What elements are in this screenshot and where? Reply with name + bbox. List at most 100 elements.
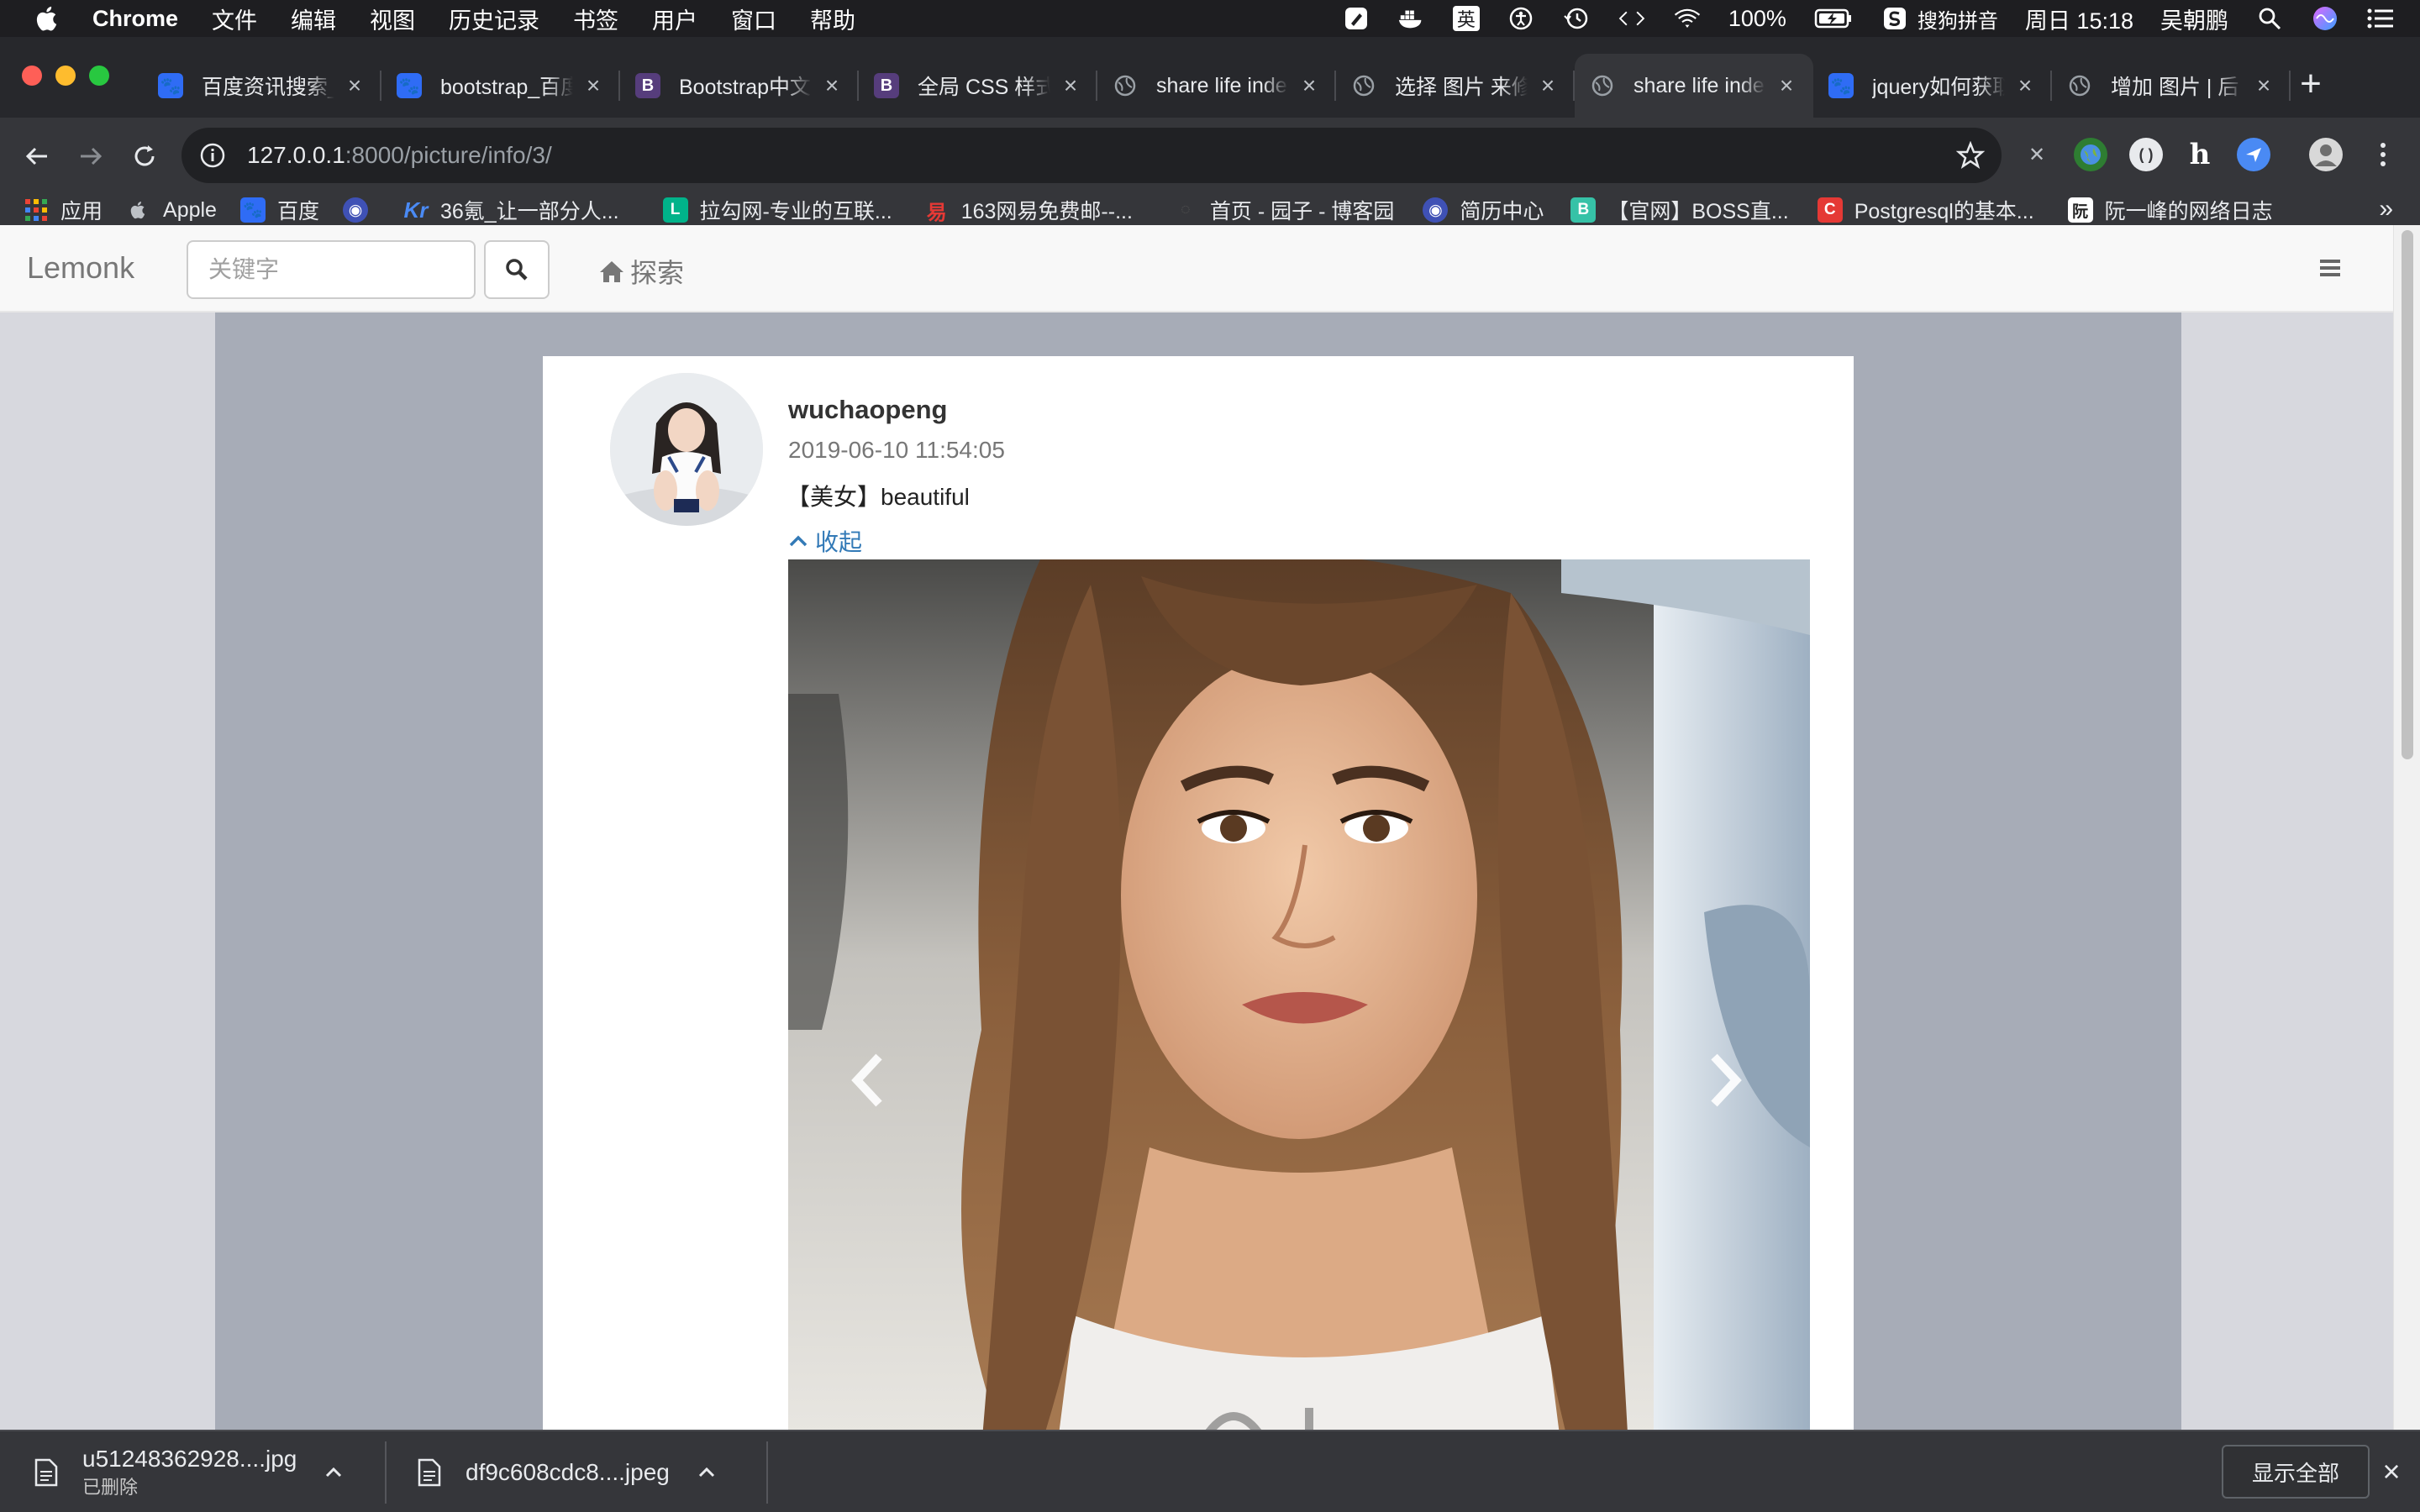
apple-logo-icon[interactable] — [34, 4, 62, 33]
explore-nav-link[interactable]: 探索 — [598, 252, 684, 291]
sogou-ime-icon[interactable] — [1881, 6, 1909, 31]
page-scrollbar[interactable] — [2393, 225, 2420, 1430]
window-minimize-button[interactable] — [55, 66, 76, 86]
site-navbar: Lemonk 探索 — [0, 225, 2393, 312]
chevron-up-icon[interactable] — [322, 1461, 345, 1484]
bookmark-ruanyifeng[interactable]: 阮 阮一峰的网络日志 — [2067, 195, 2273, 225]
scrollbar-thumb[interactable] — [2402, 230, 2413, 759]
accessibility-icon[interactable] — [1507, 6, 1535, 31]
tab-select-image[interactable]: 选择 图片 来修 × — [1336, 54, 1575, 118]
extension-h-icon[interactable]: h — [2183, 138, 2217, 171]
bookmark-postgresql[interactable]: C Postgresql的基本... — [1817, 195, 2034, 225]
chrome-menu-icon[interactable] — [2366, 138, 2400, 171]
bookmark-cnblogs[interactable]: ◌ 首页 - 园子 - 博客园 — [1173, 195, 1394, 225]
menu-people[interactable]: 用户 — [652, 3, 697, 35]
tab-close-icon[interactable]: × — [1297, 74, 1321, 97]
new-tab-button[interactable]: + — [2291, 66, 2331, 106]
window-zoom-button[interactable] — [89, 66, 109, 86]
extension-globe-icon[interactable] — [2074, 138, 2107, 171]
bookmark-163[interactable]: 易 163网易免费邮--... — [924, 195, 1133, 225]
docker-icon[interactable] — [1397, 6, 1426, 31]
notification-center-icon[interactable] — [2366, 6, 2395, 31]
tab-add-image-admin[interactable]: 增加 图片 | 后 × — [2052, 54, 2291, 118]
input-method-indicator[interactable]: 英 — [1452, 6, 1480, 31]
ime-name[interactable]: 搜狗拼音 — [1918, 4, 1998, 34]
tab-close-icon[interactable]: × — [2013, 74, 2037, 97]
post-photo-carousel[interactable] — [788, 559, 1810, 1430]
pen-app-icon[interactable] — [1342, 6, 1370, 31]
menu-view[interactable]: 视图 — [370, 3, 415, 35]
tab-global-css[interactable]: B 全局 CSS 样式 × — [859, 54, 1097, 118]
hamburger-menu-icon[interactable] — [2316, 254, 2344, 282]
forward-button[interactable] — [71, 136, 111, 176]
post-caption: 【美女】beautiful — [786, 484, 970, 510]
menubar-user[interactable]: 吴朝鹏 — [2160, 3, 2228, 35]
tab-close-icon[interactable]: × — [581, 74, 605, 97]
menu-edit[interactable]: 编辑 — [291, 3, 336, 35]
tab-close-icon[interactable]: × — [820, 74, 844, 97]
menu-help[interactable]: 帮助 — [810, 3, 855, 35]
show-all-downloads-button[interactable]: 显示全部 — [2222, 1445, 2370, 1499]
time-machine-icon[interactable] — [1562, 6, 1591, 31]
reload-button[interactable] — [124, 136, 165, 176]
carousel-next-icon[interactable] — [1704, 1047, 1746, 1114]
tab-share-life-1[interactable]: share life inde × — [1097, 54, 1336, 118]
globe-icon — [2067, 73, 2092, 98]
address-bar[interactable]: 127.0.0.1:8000/picture/info/3/ — [182, 128, 2002, 183]
tab-bootstrap-baidu[interactable]: 🐾 bootstrap_百度 × — [381, 54, 620, 118]
menu-file[interactable]: 文件 — [212, 3, 257, 35]
bookmark-star-icon[interactable] — [1956, 141, 1985, 170]
bookmark-baidu[interactable]: 🐾 百度 — [239, 195, 319, 225]
bookmark-boss[interactable]: B 【官网】BOSS直... — [1570, 195, 1789, 225]
menu-window[interactable]: 窗口 — [731, 3, 776, 35]
window-close-button[interactable] — [22, 66, 42, 86]
bookmark-36kr[interactable]: Kr 36氪_让一部分人... — [403, 195, 619, 225]
siri-icon[interactable] — [2311, 6, 2339, 31]
menu-app-chrome[interactable]: Chrome — [92, 6, 178, 32]
extension-x-icon[interactable]: ✕ — [2020, 138, 2054, 171]
keyword-search-input[interactable] — [187, 240, 476, 299]
download-filename: df9c608cdc8....jpeg — [466, 1459, 670, 1485]
post-username[interactable]: wuchaopeng — [788, 395, 947, 425]
bookmark-lagou[interactable]: L 拉勾网-专业的互联... — [662, 195, 892, 225]
bookmark-globe[interactable]: ◉ — [342, 197, 380, 223]
menubar-clock[interactable]: 周日 15:18 — [2025, 3, 2133, 35]
collapse-link[interactable]: 收起 — [788, 524, 862, 558]
baidu-paw-icon: 🐾 — [158, 73, 183, 98]
tab-close-icon[interactable]: × — [1536, 74, 1560, 97]
tab-title: Bootstrap中文 — [679, 76, 812, 99]
carousel-prev-icon[interactable] — [847, 1047, 889, 1114]
extension-send-icon[interactable] — [2237, 138, 2270, 171]
bookmark-apple[interactable]: Apple — [126, 197, 217, 223]
tab-close-icon[interactable]: × — [2252, 74, 2275, 97]
tab-close-icon[interactable]: × — [343, 74, 366, 97]
bookmarks-overflow-button[interactable]: » — [2379, 195, 2393, 223]
download-divider — [766, 1441, 768, 1504]
menu-history[interactable]: 历史记录 — [449, 3, 539, 35]
site-brand[interactable]: Lemonk — [27, 250, 134, 286]
download-item[interactable]: u51248362928....jpg 已删除 — [34, 1431, 345, 1512]
tab-bootstrap-cn[interactable]: B Bootstrap中文 × — [620, 54, 859, 118]
spotlight-search-icon[interactable] — [2255, 6, 2284, 31]
close-download-shelf-icon[interactable]: × — [2376, 1457, 2407, 1487]
extension-circle-icon[interactable]: ( ) — [2129, 138, 2163, 171]
download-item[interactable]: df9c608cdc8....jpeg — [417, 1431, 718, 1512]
tab-jquery-how[interactable]: 🐾 jquery如何获取 × — [1813, 54, 2052, 118]
tab-close-icon[interactable]: × — [1775, 74, 1798, 97]
code-brackets-icon[interactable] — [1618, 6, 1646, 31]
tab-share-life-active[interactable]: share life inde × — [1575, 54, 1813, 118]
site-info-icon[interactable] — [198, 141, 227, 170]
chevron-up-icon[interactable] — [695, 1461, 718, 1484]
user-avatar[interactable] — [610, 373, 763, 526]
back-button[interactable] — [17, 136, 57, 176]
bookmark-resume[interactable]: ◉ 简历中心 — [1423, 195, 1544, 225]
tab-close-icon[interactable]: × — [1059, 74, 1082, 97]
menu-bookmarks[interactable]: 书签 — [573, 3, 618, 35]
bookmark-apps[interactable]: 应用 — [24, 195, 103, 225]
battery-charging-icon[interactable] — [1813, 6, 1854, 31]
wifi-icon[interactable] — [1673, 6, 1702, 31]
search-button[interactable] — [484, 240, 550, 299]
tab-baidu-news[interactable]: 🐾 百度资讯搜索_ × — [143, 54, 381, 118]
profile-avatar-icon[interactable] — [2309, 138, 2343, 171]
baidu-paw-icon: 🐾 — [239, 197, 266, 223]
